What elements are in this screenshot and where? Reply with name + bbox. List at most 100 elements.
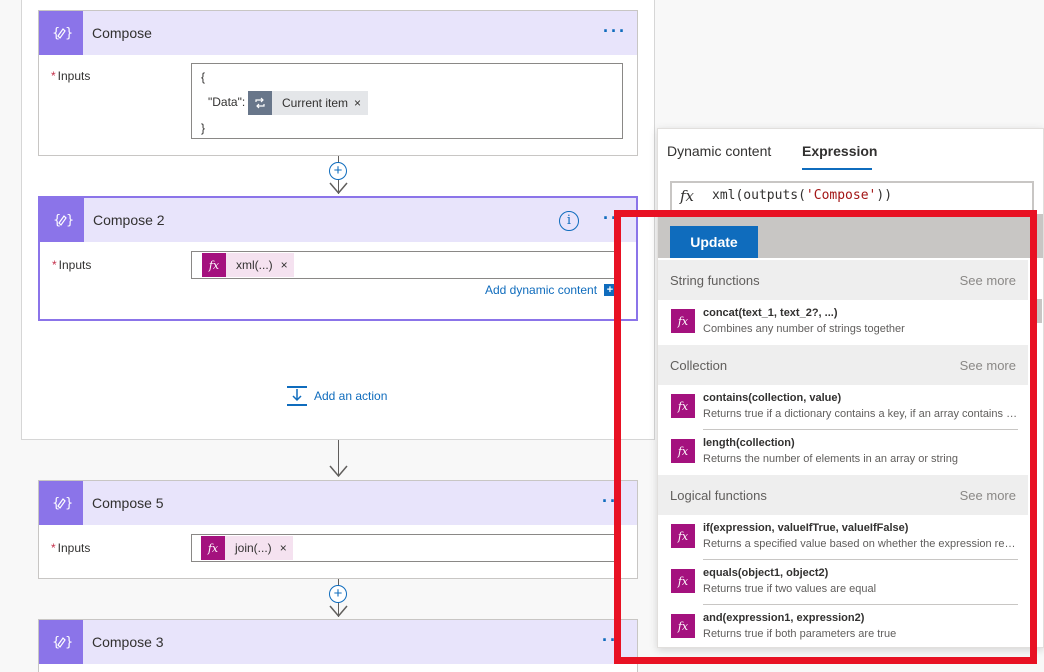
function-description: Returns true if two values are equal xyxy=(703,583,877,595)
function-description: Returns true if a dictionary contains a … xyxy=(703,408,1018,420)
token-label: join(...) xyxy=(225,536,280,560)
insert-step-button[interactable]: + xyxy=(329,162,347,180)
compose-card: {} Compose ··· *Inputs { "Data": Current… xyxy=(38,10,638,156)
see-more-link[interactable]: See more xyxy=(960,488,1016,503)
function-item-length[interactable]: fx length(collection) Returns the number… xyxy=(658,430,1028,474)
update-button[interactable]: Update xyxy=(670,226,758,258)
function-name: and(expression1, expression2) xyxy=(703,612,865,624)
section-logical-functions: Logical functions See more xyxy=(658,475,1028,515)
arrow-down-icon xyxy=(329,182,348,195)
fx-icon: fx xyxy=(671,309,695,333)
function-description: Returns the number of elements in an arr… xyxy=(703,453,958,465)
token-label: xml(...) xyxy=(226,253,281,277)
svg-text:{: { xyxy=(52,26,60,41)
required-mark: * xyxy=(52,258,57,272)
fx-icon: fx xyxy=(680,187,695,205)
svg-text:{: { xyxy=(52,496,60,511)
svg-text:}: } xyxy=(66,213,73,228)
compose-action-icon: {} xyxy=(40,198,84,242)
active-tab-indicator xyxy=(802,168,872,170)
section-title: Collection xyxy=(670,358,728,373)
inputs-label-text: Inputs xyxy=(58,258,92,272)
required-mark: * xyxy=(51,69,56,83)
function-item-concat[interactable]: fx concat(text_1, text_2?, ...) Combines… xyxy=(658,300,1028,344)
svg-text:{: { xyxy=(53,213,61,228)
xml-expression-token[interactable]: fx xml(...) × xyxy=(202,253,294,277)
inputs-label: * Inputs xyxy=(51,69,90,83)
remove-token-button[interactable]: × xyxy=(280,253,294,277)
required-mark: * xyxy=(51,541,56,555)
compose-2-card-header[interactable]: {} Compose 2 i ·· xyxy=(40,198,636,242)
compose-action-icon: {} xyxy=(39,11,83,55)
function-name: length(collection) xyxy=(703,437,795,449)
json-close-brace: } xyxy=(201,121,206,135)
function-item-if[interactable]: fx if(expression, valueIfTrue, valueIfFa… xyxy=(658,515,1028,559)
expression-prefix: xml(outputs( xyxy=(712,188,806,203)
add-action-label: Add an action xyxy=(314,389,388,403)
json-open-brace: { xyxy=(201,70,206,84)
more-options-button[interactable]: ··· xyxy=(603,22,627,40)
section-title: String functions xyxy=(670,273,760,288)
function-description: Returns true if both parameters are true xyxy=(703,628,897,640)
arrow-down-icon xyxy=(329,605,348,618)
fx-icon: fx xyxy=(201,536,225,560)
fx-icon: fx xyxy=(671,394,695,418)
inputs-field[interactable]: fx join(...) × xyxy=(191,534,621,562)
current-item-token[interactable]: Current item × xyxy=(248,91,369,115)
function-name: concat(text_1, text_2?, ...) xyxy=(703,307,838,319)
add-action-button[interactable]: Add an action xyxy=(286,386,387,406)
expression-popup: Dynamic content Expression fx xml(output… xyxy=(657,128,1044,648)
fx-icon: fx xyxy=(202,253,226,277)
see-more-link[interactable]: See more xyxy=(960,273,1016,288)
compose-3-card-header[interactable]: {} Compose 3 ·· xyxy=(39,620,637,664)
inputs-label: * Inputs xyxy=(52,258,91,272)
function-item-contains[interactable]: fx contains(collection, value) Returns t… xyxy=(658,385,1028,429)
inputs-field[interactable]: fx xml(...) × xyxy=(191,251,621,279)
inputs-field[interactable]: { "Data": Current item × } xyxy=(191,63,623,139)
expression-string-literal: 'Compose' xyxy=(805,188,877,203)
more-options-button[interactable]: ·· xyxy=(602,492,618,510)
token-label: Current item xyxy=(272,91,355,115)
remove-token-button[interactable]: × xyxy=(279,536,293,560)
function-name: contains(collection, value) xyxy=(703,392,842,404)
section-string-functions: String functions See more xyxy=(658,260,1028,300)
info-icon[interactable]: i xyxy=(559,211,579,231)
loop-icon xyxy=(248,91,272,115)
compose-5-card: {} Compose 5 ·· *Inputs fx join(...) × xyxy=(38,480,638,579)
add-action-icon xyxy=(287,386,307,406)
insert-step-button[interactable]: + xyxy=(329,585,347,603)
compose-5-card-header[interactable]: {} Compose 5 ·· xyxy=(39,481,637,525)
compose-action-icon: {} xyxy=(39,481,83,525)
compose-card-header[interactable]: {} Compose ··· xyxy=(39,11,637,55)
expression-suffix: )) xyxy=(876,188,893,203)
inputs-label: * Inputs xyxy=(51,541,90,555)
tab-dynamic-content[interactable]: Dynamic content xyxy=(667,143,771,159)
function-item-equals[interactable]: fx equals(object1, object2) Returns true… xyxy=(658,560,1028,604)
svg-text:}: } xyxy=(65,635,72,650)
card-title: Compose 3 xyxy=(92,634,164,650)
section-collection: Collection See more xyxy=(658,345,1028,385)
fx-icon: fx xyxy=(671,569,695,593)
tab-expression[interactable]: Expression xyxy=(802,143,877,159)
svg-text:}: } xyxy=(65,26,72,41)
more-options-button[interactable]: ·· xyxy=(603,209,619,227)
svg-text:}: } xyxy=(65,496,72,511)
join-expression-token[interactable]: fx join(...) × xyxy=(201,536,293,560)
see-more-link[interactable]: See more xyxy=(960,358,1016,373)
fx-icon: fx xyxy=(671,614,695,638)
json-data-key: "Data": xyxy=(208,95,246,109)
svg-text:{: { xyxy=(52,635,60,650)
fx-icon: fx xyxy=(671,524,695,548)
compose-3-card: {} Compose 3 ·· xyxy=(38,619,638,672)
arrow-down-icon xyxy=(329,465,348,478)
add-dynamic-content-plus-icon[interactable]: + xyxy=(604,284,616,296)
function-item-and[interactable]: fx and(expression1, expression2) Returns… xyxy=(658,605,1028,647)
function-description: Combines any number of strings together xyxy=(703,323,905,335)
fx-icon: fx xyxy=(671,439,695,463)
card-title: Compose 5 xyxy=(92,495,164,511)
add-dynamic-content-link[interactable]: Add dynamic content xyxy=(485,283,597,297)
scrollbar-thumb[interactable] xyxy=(1036,299,1042,323)
more-options-button[interactable]: ·· xyxy=(602,631,618,649)
remove-token-button[interactable]: × xyxy=(354,91,369,115)
inputs-label-text: Inputs xyxy=(57,69,91,83)
